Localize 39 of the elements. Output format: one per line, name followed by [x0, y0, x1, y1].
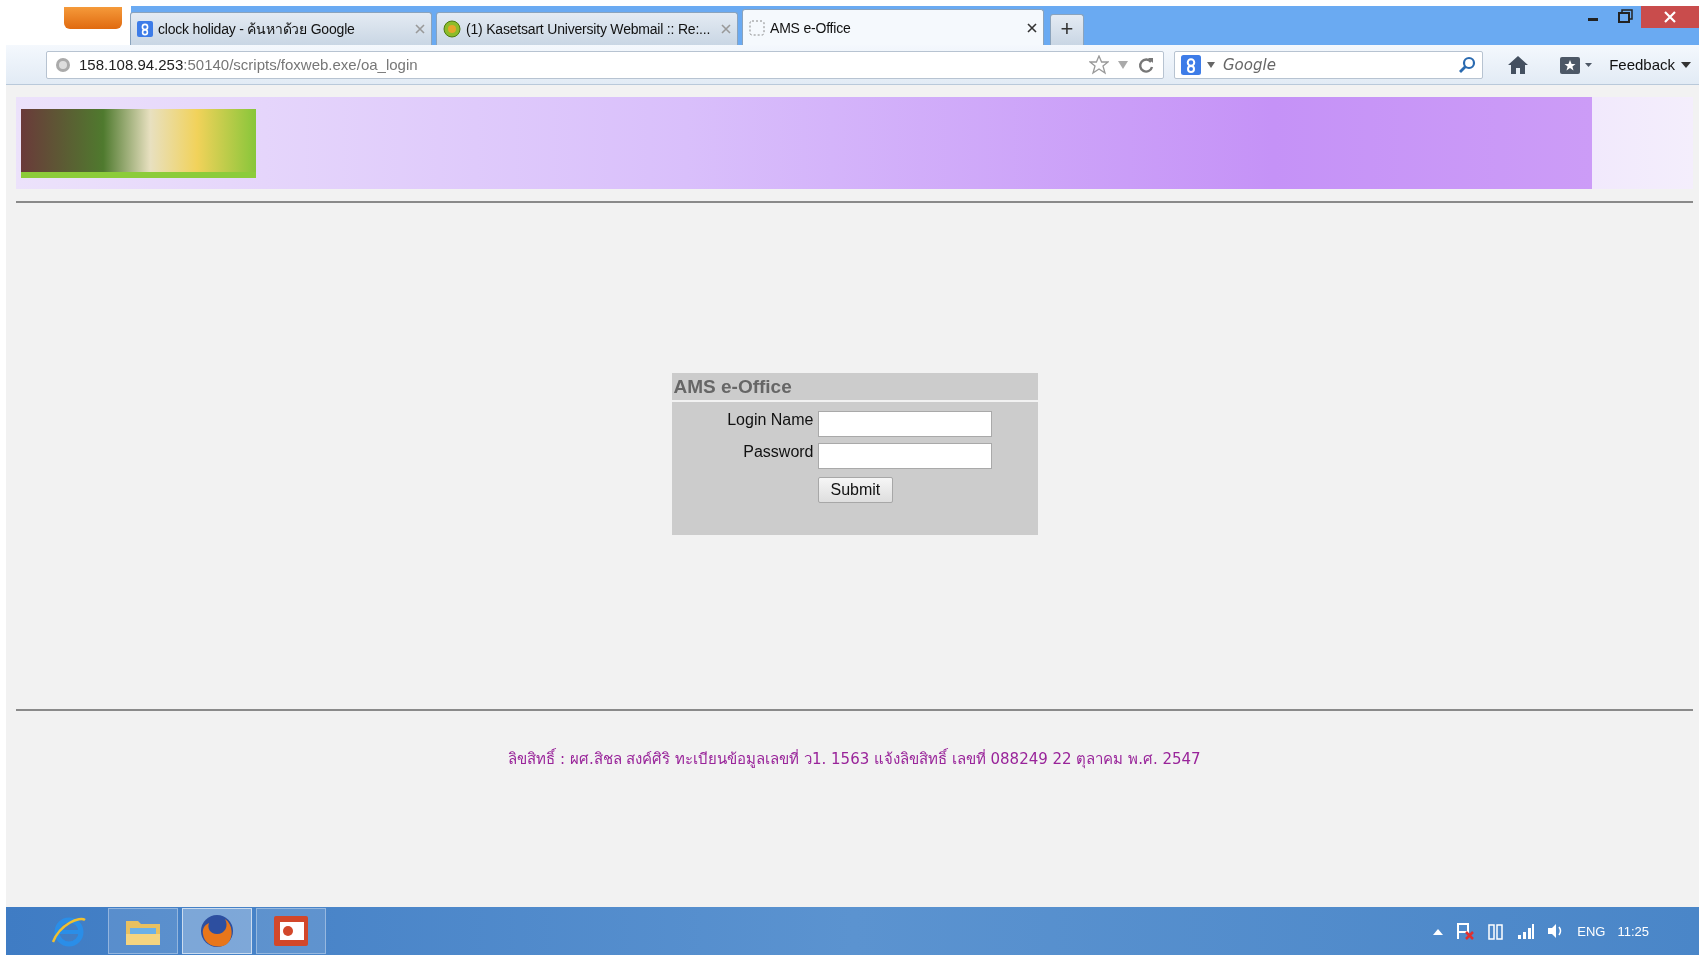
new-tab-button[interactable]: + — [1050, 14, 1084, 45]
network-icon[interactable] — [1487, 922, 1506, 940]
clock-text[interactable]: 11:25 — [1617, 923, 1649, 939]
search-field[interactable]: Google — [1174, 50, 1484, 79]
search-icon[interactable] — [1458, 55, 1477, 74]
taskbar-button[interactable] — [108, 908, 178, 954]
dropdown-icon[interactable] — [1681, 61, 1691, 68]
reload-icon[interactable] — [1137, 55, 1155, 74]
field-label: Password — [742, 443, 814, 461]
close-tab-icon[interactable] — [1027, 22, 1037, 33]
blank-page-icon — [749, 19, 765, 36]
close-icon[interactable] — [1641, 6, 1699, 28]
login-title: AMS e-Office — [671, 373, 1038, 400]
home-icon[interactable] — [1507, 54, 1530, 75]
submit-button[interactable]: Submit — [817, 477, 894, 503]
flag-icon[interactable] — [1455, 922, 1476, 940]
firefox-icon[interactable] — [198, 912, 236, 950]
presentation-icon[interactable] — [272, 914, 310, 948]
dropdown-icon[interactable] — [1207, 61, 1215, 68]
caret-icon[interactable] — [1433, 927, 1444, 935]
browser-tab[interactable]: (1) Kasetsart University Webmail :: Re:... — [436, 12, 738, 45]
field-label: Login Name — [726, 411, 814, 429]
browser-tab[interactable]: AMS e-Office — [742, 9, 1044, 45]
copyright-text: ลิขสิทธิ์ : ผศ.สิชล สงค์ศิริ ทะเบียนข้อมูลเลขที่ ว1. 1563 แจ้งลิขสิทธิ์ เลขที่ 088249 22 ตุลาคม พ.ศ. 2547 — [507, 747, 1202, 771]
password-field[interactable] — [817, 443, 992, 469]
language-indicator[interactable]: ENG — [1577, 923, 1606, 939]
search-engine-icon — [137, 21, 153, 37]
taskbar-button[interactable] — [256, 908, 326, 954]
signal-icon[interactable] — [1517, 923, 1536, 939]
login-name-field[interactable] — [817, 411, 992, 437]
browser-tab[interactable]: clock holiday - ค้นหาด้วย Google — [130, 12, 432, 45]
star-icon[interactable] — [1089, 54, 1109, 75]
search-input[interactable]: Google — [1221, 54, 1453, 75]
globe-icon — [443, 20, 461, 38]
globe-icon — [55, 56, 71, 73]
search-engine-icon[interactable] — [1181, 54, 1201, 75]
taskbar-button[interactable] — [182, 908, 252, 954]
bookmarks-icon[interactable] — [1559, 54, 1594, 75]
feedback-menu[interactable]: Feedback — [1609, 56, 1675, 73]
